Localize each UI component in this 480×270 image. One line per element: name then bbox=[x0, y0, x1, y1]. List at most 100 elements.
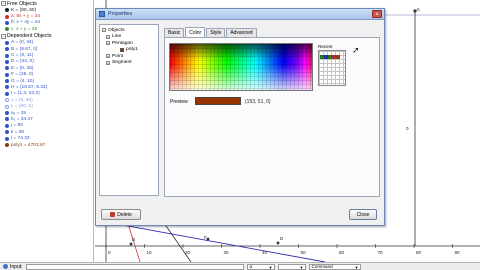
visibility-toggle-icon[interactable] bbox=[5, 111, 9, 116]
point-F[interactable] bbox=[206, 237, 210, 241]
collapse-icon[interactable]: − bbox=[102, 28, 106, 33]
dependent-object-item-label: G = (4, 10) bbox=[11, 78, 35, 84]
visibility-toggle-icon[interactable] bbox=[5, 66, 9, 71]
objects-tree-item-segment[interactable]: + Segment bbox=[102, 60, 156, 67]
x-tick-label: 0 bbox=[108, 250, 111, 255]
visibility-toggle-icon[interactable] bbox=[5, 79, 9, 84]
expand-icon[interactable]: + bbox=[106, 60, 110, 65]
app-icon bbox=[99, 11, 105, 17]
visibility-toggle-icon[interactable] bbox=[5, 98, 9, 103]
symbol-dropdown-value: α bbox=[249, 264, 253, 269]
command-dropdown[interactable]: Command ▼ bbox=[308, 263, 361, 270]
visibility-toggle-icon[interactable] bbox=[5, 20, 9, 25]
y-tick-label: 0 bbox=[406, 126, 409, 131]
visibility-toggle-icon[interactable] bbox=[5, 143, 9, 147]
color-tab-panel: Recent ➚ Preview (153, 51, 0) bbox=[164, 37, 380, 197]
symbol-dropdown[interactable]: α ▼ bbox=[246, 263, 275, 270]
collapse-icon[interactable]: − bbox=[1, 33, 6, 39]
dependent-object-item-label: b₁ = 34.47 bbox=[11, 116, 33, 122]
expand-icon[interactable]: + bbox=[106, 54, 110, 59]
recent-colors: Recent bbox=[318, 44, 346, 86]
input-label: Input: bbox=[10, 263, 23, 270]
dependent-object-item-label: D = (44, 0) bbox=[11, 59, 34, 65]
chevron-down-icon: ▼ bbox=[354, 264, 359, 270]
expand-icon[interactable]: + bbox=[106, 41, 110, 46]
dependent-object-item-label: I = (1.3, 23.2) bbox=[11, 91, 40, 97]
x-tick-label: 80 bbox=[416, 250, 422, 255]
objects-tree[interactable]: − Objects + Line + Pentagon poly1 + Point + Segm… bbox=[99, 24, 159, 196]
dependent-object-item-label: l = 74.33 bbox=[11, 136, 30, 142]
properties-dialog: Properties × − Objects + Line + Pentagon pol… bbox=[95, 8, 385, 226]
visibility-toggle-icon[interactable] bbox=[5, 91, 9, 96]
delete-button-label: Delete bbox=[117, 211, 132, 218]
visibility-toggle-icon[interactable] bbox=[5, 14, 9, 19]
visibility-toggle-icon[interactable] bbox=[5, 27, 9, 32]
visibility-toggle-icon[interactable] bbox=[5, 72, 9, 77]
dependent-object-item-label: F = (25, 0) bbox=[11, 72, 34, 78]
visibility-toggle-icon[interactable] bbox=[5, 53, 9, 58]
visibility-toggle-icon[interactable] bbox=[5, 47, 9, 52]
point-D[interactable] bbox=[276, 241, 280, 245]
dependent-object-item-label: L = (80, 0) bbox=[11, 104, 33, 110]
window-close-button[interactable]: × bbox=[372, 10, 382, 18]
x-tick-label: 70 bbox=[378, 250, 384, 255]
color-palette[interactable] bbox=[169, 43, 313, 91]
visibility-toggle-icon[interactable] bbox=[5, 85, 9, 90]
recent-colors-grid[interactable] bbox=[318, 50, 346, 86]
dependent-object-item-label: A = (0, 34) bbox=[11, 40, 34, 46]
tab-color[interactable]: Color bbox=[185, 27, 206, 37]
dependent-objects-header[interactable]: − Dependent Objects bbox=[0, 33, 93, 40]
visibility-toggle-icon[interactable] bbox=[5, 40, 9, 45]
tab-style[interactable]: Style bbox=[206, 28, 226, 37]
dependent-object-item[interactable]: poly1 = 4703.67 bbox=[0, 142, 93, 148]
tab-advanced[interactable]: Advanced bbox=[226, 28, 257, 37]
dependent-object-item-label: poly1 = 4703.67 bbox=[11, 142, 46, 148]
algebra-view: − Free Objects K = (80, 60) a: 8x + y = 3… bbox=[0, 0, 94, 262]
objects-tree-items: + Line + Pentagon poly1 + Point + Segment bbox=[102, 34, 156, 67]
polygon-icon bbox=[120, 47, 124, 52]
dependent-object-item-label: j = 80 bbox=[11, 123, 23, 129]
dependent-object-item-label: a₁ = 25 bbox=[11, 110, 27, 116]
properties-tabs: Basic Color Style Advanced bbox=[164, 27, 258, 37]
delete-button[interactable]: Delete bbox=[101, 209, 141, 220]
tab-basic[interactable]: Basic bbox=[164, 28, 185, 37]
x-tick-label: 30 bbox=[224, 250, 230, 255]
point-label-F: F bbox=[204, 235, 207, 240]
objects-tree-item-label: Segment bbox=[112, 60, 132, 66]
dialog-titlebar[interactable]: Properties × bbox=[96, 9, 384, 20]
point-label-D: D bbox=[280, 236, 284, 241]
objects-tree-item-label: Line bbox=[112, 34, 122, 40]
input-bar: Input: α ▼ ▼ Command ▼ bbox=[0, 262, 480, 270]
visibility-toggle-icon[interactable] bbox=[5, 8, 9, 13]
visibility-toggle-icon[interactable] bbox=[5, 117, 9, 122]
preview-label: Preview bbox=[170, 99, 188, 105]
point-label-B: B bbox=[132, 237, 135, 242]
close-button[interactable]: Close bbox=[349, 209, 377, 220]
visibility-toggle-icon[interactable] bbox=[5, 136, 9, 141]
expand-icon[interactable]: + bbox=[106, 34, 110, 39]
help-icon[interactable] bbox=[3, 264, 8, 269]
dependent-object-item-label: B = (8.67, 0) bbox=[11, 46, 38, 52]
free-objects-header[interactable]: − Free Objects bbox=[0, 0, 93, 7]
secondary-dropdown[interactable]: ▼ bbox=[277, 263, 306, 270]
visibility-toggle-icon[interactable] bbox=[5, 104, 9, 109]
recent-color-swatch[interactable] bbox=[336, 55, 340, 59]
x-tick-label: 10 bbox=[147, 250, 153, 255]
visibility-toggle-icon[interactable] bbox=[5, 59, 9, 64]
input-field[interactable] bbox=[25, 263, 244, 270]
objects-tree-item-label: poly1 bbox=[126, 47, 138, 53]
visibility-toggle-icon[interactable] bbox=[5, 123, 9, 128]
preview-color-swatch bbox=[195, 97, 241, 105]
collapse-icon[interactable]: − bbox=[1, 1, 6, 6]
objects-tree-item-label: Point bbox=[112, 53, 124, 59]
dependent-object-item-label: E = (0, 25) bbox=[11, 65, 34, 71]
x-tick-label: 90 bbox=[455, 250, 461, 255]
dependent-object-item-label: C = (0, 11) bbox=[11, 53, 34, 59]
x-tick-label: 40 bbox=[262, 250, 268, 255]
mouse-pointer-icon: ➚ bbox=[352, 45, 360, 55]
point-B[interactable] bbox=[129, 242, 133, 246]
delete-icon bbox=[110, 212, 116, 217]
visibility-toggle-icon[interactable] bbox=[5, 130, 9, 135]
chevron-down-icon: ▼ bbox=[299, 264, 304, 270]
objects-tree-title: Objects bbox=[108, 27, 125, 33]
